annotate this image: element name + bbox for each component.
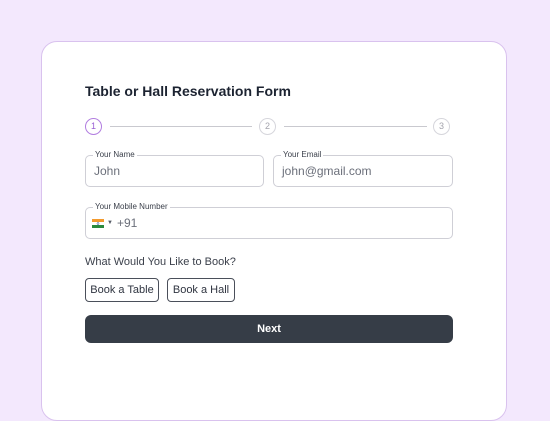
mobile-field-label: Your Mobile Number (93, 202, 170, 212)
form-title: Table or Hall Reservation Form (85, 83, 291, 99)
country-code: +91 (117, 216, 138, 230)
email-field-label: Your Email (281, 150, 324, 160)
book-table-button[interactable]: Book a Table (85, 278, 159, 302)
step-connector (110, 126, 252, 127)
book-hall-button[interactable]: Book a Hall (167, 278, 235, 302)
step-1[interactable]: 1 (85, 118, 102, 135)
booking-question: What Would You Like to Book? (85, 256, 236, 268)
name-field-value: John (94, 164, 121, 178)
step-2[interactable]: 2 (259, 118, 276, 135)
name-field-label: Your Name (93, 150, 137, 160)
reservation-form-card: Table or Hall Reservation Form 1 2 3 You… (41, 41, 507, 421)
step-3[interactable]: 3 (433, 118, 450, 135)
step-connector (284, 126, 427, 127)
email-field-value: john@gmail.com (282, 164, 372, 178)
name-field[interactable]: Your Name John (85, 150, 264, 187)
country-dropdown-caret-icon[interactable]: ▼ (107, 219, 113, 228)
india-flag-icon[interactable] (92, 219, 104, 228)
next-button[interactable]: Next (85, 315, 453, 343)
mobile-number-field[interactable]: Your Mobile Number ▼ +91 (85, 202, 453, 239)
email-field[interactable]: Your Email john@gmail.com (273, 150, 453, 187)
